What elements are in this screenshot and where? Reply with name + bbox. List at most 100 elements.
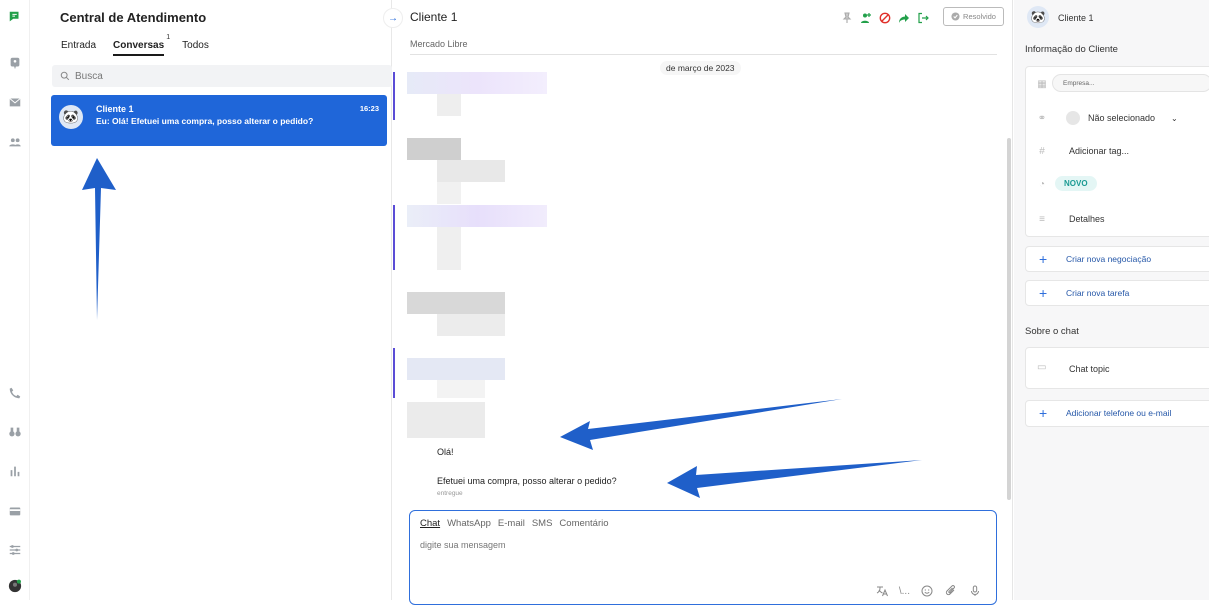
tab-comment[interactable]: Comentário [559,518,608,529]
exit-icon[interactable] [916,11,930,25]
phone-icon[interactable] [7,385,23,401]
resolve-button[interactable]: Resolvido [943,7,1004,26]
composer-channel-tabs: Chat WhatsApp E-mail SMS Comentário [420,518,616,529]
panel-title: Central de Atendimento [60,10,207,25]
search-input[interactable]: Busca [52,65,392,87]
details-icon: ≡ [1039,213,1045,225]
conversation-name: Cliente 1 [96,104,134,114]
blurred-message [407,402,485,438]
resolve-label: Resolvido [963,12,996,21]
book-icon: ▭ [1037,362,1047,373]
blurred-message [407,358,505,380]
collapse-arrow-icon[interactable]: → [383,8,403,28]
block-icon[interactable] [878,11,892,25]
chat-icon[interactable] [7,9,23,25]
new-task-label: Criar nova tarefa [1066,288,1130,298]
plus-icon: + [1039,251,1048,267]
status-badge[interactable]: NOVO [1055,176,1097,191]
chat-actions [840,11,930,25]
new-deal-button[interactable]: + Criar nova negociação [1025,246,1209,272]
blurred-message [407,292,505,314]
building-icon: ▦ [1037,78,1047,90]
new-deal-label: Criar nova negociação [1066,254,1152,264]
status-row: ◔ [1026,172,1209,196]
composer-tools: \... [875,584,982,598]
conversation-item[interactable]: 🐼 Cliente 1 16:23 Eu: Olá! Efetuei uma c… [51,95,387,146]
message-accent [393,205,395,270]
company-field[interactable]: Empresa... [1052,74,1209,92]
tab-conversas-count: 1 [166,34,171,41]
tags-row[interactable]: # Adicionar tag... [1026,139,1209,163]
message-composer[interactable]: Chat WhatsApp E-mail SMS Comentário digi… [409,510,997,605]
microphone-icon[interactable] [968,584,982,598]
header-divider [410,54,997,55]
tab-conversas[interactable]: Conversas 1 [113,34,170,56]
panda-avatar-icon: 🐼 [59,105,83,129]
link-icon: ⚭ [1037,112,1047,124]
tab-todos[interactable]: Todos [182,38,209,56]
tab-conversas-label: Conversas [113,40,165,51]
forward-icon[interactable] [897,11,911,25]
tab-whatsapp[interactable]: WhatsApp [447,518,491,529]
conversation-time: 16:23 [359,104,379,113]
conversation-tabs: Entrada Conversas 1 Todos [61,34,226,56]
blurred-message [437,227,461,270]
message-accent [393,72,395,120]
signature-icon[interactable]: \... [899,584,910,598]
new-task-button[interactable]: + Criar nova tarefa [1025,280,1209,306]
emoji-icon[interactable] [920,584,934,598]
blurred-message [407,205,547,227]
conversation-preview: Eu: Olá! Efetuei uma compra, posso alter… [96,116,314,126]
message-text: Olá! [437,447,454,457]
owner-value: Não selecionado [1088,113,1156,123]
add-contact-button[interactable]: + Adicionar telefone ou e-mail [1025,400,1209,427]
chat-contact-name: Cliente 1 [410,10,458,24]
tab-chat[interactable]: Chat [420,518,440,529]
blurred-message [407,72,547,94]
blurred-message [437,380,485,398]
user-avatar-icon[interactable] [7,578,23,594]
date-separator: de março de 2023 [660,61,741,75]
message-input[interactable]: digite sua mensagem [420,540,506,550]
panda-avatar-icon: 🐼 [1027,6,1049,28]
message-status: entregue [437,490,463,497]
add-tag-label: Adicionar tag... [1069,146,1130,156]
message-accent [393,348,395,398]
chat-topic-card[interactable]: ▭ Chat topic [1025,347,1209,389]
billing-icon[interactable] [7,503,23,519]
settings-icon[interactable] [7,542,23,558]
binoculars-icon[interactable] [7,424,23,440]
owner-row[interactable]: ⚭ Não selecionado ⌄ [1026,106,1209,130]
plus-icon: + [1039,405,1048,421]
clock-icon: ◔ [1038,178,1046,190]
add-user-icon[interactable] [859,11,873,25]
blurred-message [407,138,461,160]
contacts-icon[interactable] [7,134,23,150]
search-icon [60,71,70,81]
blurred-message [437,182,461,204]
blurred-message [437,314,505,336]
support-icon[interactable] [7,55,23,71]
owner-avatar [1066,111,1080,125]
translate-icon[interactable] [875,584,889,598]
client-name: Cliente 1 [1058,13,1094,23]
reports-icon[interactable] [7,463,23,479]
tab-sms[interactable]: SMS [532,518,553,529]
tab-entrada[interactable]: Entrada [61,38,96,56]
section-title-chat: Sobre o chat [1025,326,1079,337]
chat-panel: → Cliente 1 Mercado Libre Resolvido de m… [383,0,1013,605]
conversation-list-panel: Central de Atendimento Entrada Conversas… [30,0,392,600]
chat-topic-label: Chat topic [1069,364,1110,374]
details-row[interactable]: ≡ Detalhes [1026,207,1209,231]
client-info-panel: 🐼 Cliente 1 Informação do Cliente ▦ ⚭ Nã… [1014,0,1209,600]
pin-icon[interactable] [840,11,854,25]
chevron-down-icon: ⌄ [1171,113,1178,123]
mail-icon[interactable] [7,94,23,110]
left-nav-rail [0,0,30,600]
chat-channel-name: Mercado Libre [410,39,468,49]
attachment-icon[interactable] [944,584,958,598]
message-text: Efetuei uma compra, posso alterar o pedi… [437,476,617,486]
tab-email[interactable]: E-mail [498,518,525,529]
plus-icon: + [1039,285,1048,301]
chat-scrollbar[interactable] [1007,138,1011,500]
